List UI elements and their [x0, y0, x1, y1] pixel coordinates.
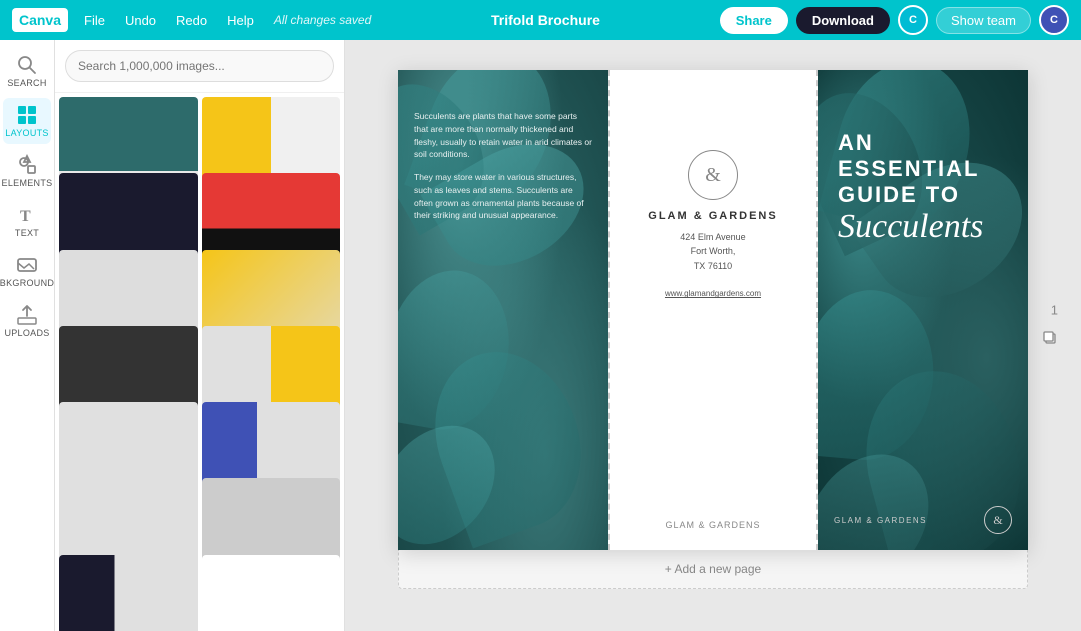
- sidebar-item-layouts[interactable]: LAYOUTS: [3, 98, 51, 144]
- topbar-right: Share Download C Show team C: [720, 5, 1069, 35]
- panel-search: [55, 40, 344, 93]
- sidebar-label-uploads: UPLOADS: [4, 328, 49, 338]
- changes-saved: All changes saved: [274, 13, 371, 27]
- brand-name: GLAM & GARDENS: [610, 210, 816, 222]
- right-panel-title: AN ESSENTIAL GUIDE TO Succulents: [838, 130, 983, 245]
- sidebar-label-elements: ELEMENTS: [2, 178, 53, 188]
- ampersand-symbol: &: [688, 150, 738, 200]
- menu-redo[interactable]: Redo: [168, 9, 215, 32]
- topbar-center: Trifold Brochure: [379, 12, 711, 28]
- topbar-menu: File Undo Redo Help: [76, 9, 262, 32]
- search-icon: [16, 54, 38, 76]
- topbar: Canva File Undo Redo Help All changes sa…: [0, 0, 1081, 40]
- svg-text:T: T: [20, 208, 31, 225]
- document-title[interactable]: Trifold Brochure: [491, 12, 600, 28]
- avatar: C: [898, 5, 928, 35]
- uploads-icon: [16, 304, 38, 326]
- brochure-wrapper: Succulents are plants that have some par…: [398, 70, 1028, 550]
- brochure-left-panel: Succulents are plants that have some par…: [398, 70, 608, 550]
- layouts-icon: [16, 104, 38, 126]
- user-avatar[interactable]: C: [1039, 5, 1069, 35]
- layouts-panel: FREE FREE FREE FREE FREE FR: [55, 40, 345, 631]
- brochure-right-panel: AN ESSENTIAL GUIDE TO Succulents GLAM & …: [818, 70, 1028, 550]
- sidebar-item-uploads[interactable]: UPLOADS: [3, 298, 51, 344]
- sidebar-label-layouts: LAYOUTS: [5, 128, 48, 138]
- canvas-wrapper: Succulents are plants that have some par…: [398, 70, 1028, 589]
- download-button[interactable]: Download: [796, 7, 890, 34]
- elements-icon: [16, 154, 38, 176]
- menu-file[interactable]: File: [76, 9, 113, 32]
- search-input[interactable]: [65, 50, 334, 82]
- sidebar-label-text: TEXT: [15, 228, 39, 238]
- sidebar-item-search[interactable]: SEARCH: [3, 48, 51, 94]
- right-panel-bottom: GLAM & GARDENS &: [834, 506, 1012, 534]
- show-team-button[interactable]: Show team: [936, 7, 1031, 34]
- bottom-brand: GLAM & GARDENS: [610, 520, 816, 530]
- address: 424 Elm Avenue Fort Worth, TX 76110: [610, 230, 816, 273]
- text-icon: T: [16, 204, 38, 226]
- brochure-middle-panel: & GLAM & GARDENS 424 Elm Avenue Fort Wor…: [608, 70, 818, 550]
- sidebar-item-background[interactable]: BKGROUND: [3, 248, 51, 294]
- sidebar-item-text[interactable]: T TEXT: [3, 198, 51, 244]
- sidebar-label-search: SEARCH: [7, 78, 46, 88]
- menu-help[interactable]: Help: [219, 9, 262, 32]
- main-layout: SEARCH LAYOUTS ELEMENTS: [0, 40, 1081, 631]
- avatar-group: C: [898, 5, 928, 35]
- copy-icon[interactable]: [1042, 330, 1058, 346]
- brochure-left-body: Succulents are plants that have some par…: [414, 110, 592, 222]
- layout-thumb-13[interactable]: [59, 555, 198, 631]
- right-circle-symbol: &: [984, 506, 1012, 534]
- website-url: www.glamandgardens.com: [610, 289, 816, 298]
- right-bottom-brand: GLAM & GARDENS: [834, 516, 927, 525]
- background-icon: [16, 254, 38, 276]
- layout-thumb-14[interactable]: FREE: [202, 555, 341, 631]
- canva-logo[interactable]: Canva: [12, 8, 68, 32]
- icon-sidebar: SEARCH LAYOUTS ELEMENTS: [0, 40, 55, 631]
- menu-undo[interactable]: Undo: [117, 9, 164, 32]
- canvas-area: Succulents are plants that have some par…: [345, 40, 1081, 631]
- brochure-container[interactable]: Succulents are plants that have some par…: [398, 70, 1028, 550]
- layouts-grid: FREE FREE FREE FREE FREE FR: [55, 93, 344, 631]
- add-page-button[interactable]: + Add a new page: [398, 550, 1028, 589]
- page-number: 1: [1051, 303, 1058, 318]
- sidebar-item-elements[interactable]: ELEMENTS: [3, 148, 51, 194]
- share-button[interactable]: Share: [720, 7, 788, 34]
- sidebar-label-background: BKGROUND: [0, 278, 54, 288]
